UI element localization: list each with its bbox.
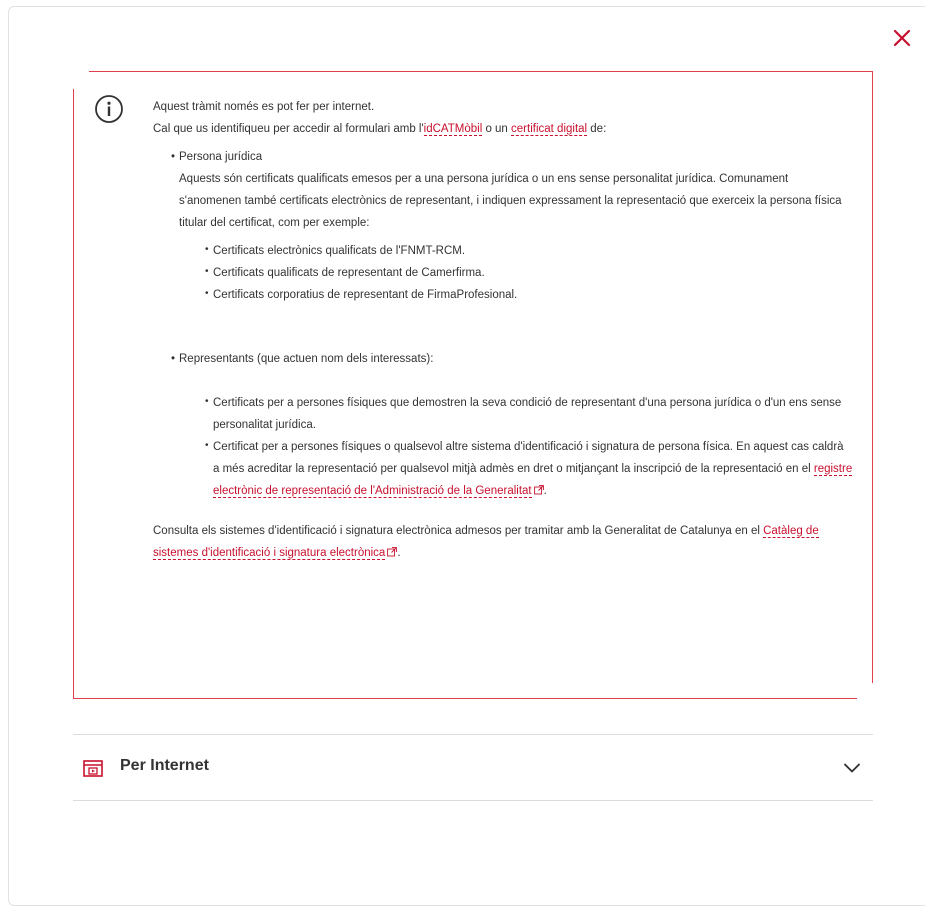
consulta-paragraph: Consulta els sistemes d'identificació i … [153,525,819,560]
computer-icon [83,760,103,777]
list-item: • Certificats qualificats de representant… [205,266,485,279]
list-item: • Certificats corporatius de representant… [205,288,518,301]
list-item: • Certificats electrònics qualificats de … [205,244,466,257]
accordion-per-internet[interactable]: Per Internet [73,734,873,801]
info-content: Aquest tràmit només es pot fer per inter… [153,96,853,564]
identification-list: • Persona jurídica Aquests són certifica… [153,146,853,502]
idcat-mobil-link[interactable]: idCATMòbil [423,123,483,136]
persona-juridica-title: Persona jurídica [179,151,263,163]
list-item: • Certificats per a persones físiques que… [205,396,842,431]
external-link-icon [533,485,544,495]
info-icon [95,95,123,123]
list-item: • Certificat per a persones físiques o qu… [205,440,853,498]
list-item-representants: • Representants (que actuen nom dels int… [171,348,853,502]
external-link-icon [387,547,398,557]
persona-juridica-description: Aquests són certificats qualificats emes… [179,173,842,229]
list-item-persona-juridica: • Persona jurídica Aquests són certifica… [171,146,853,306]
close-icon [893,29,911,47]
representants-title: Representants (que actuen nom dels inter… [179,353,434,365]
representants-sublist: • Certificats per a persones físiques que… [179,392,853,502]
chevron-down-icon[interactable] [843,761,861,775]
persona-juridica-sublist: • Certificats electrònics qualificats de … [179,240,853,306]
digital-certificate-link[interactable]: certificat digital [511,123,588,136]
close-button[interactable] [890,26,914,50]
accordion-title: Per Internet [120,757,209,774]
info-line-1: Aquest tràmit només es pot fer per inter… [153,101,375,113]
info-line-2: Cal que us identifiqueu per accedir al f… [153,123,607,136]
